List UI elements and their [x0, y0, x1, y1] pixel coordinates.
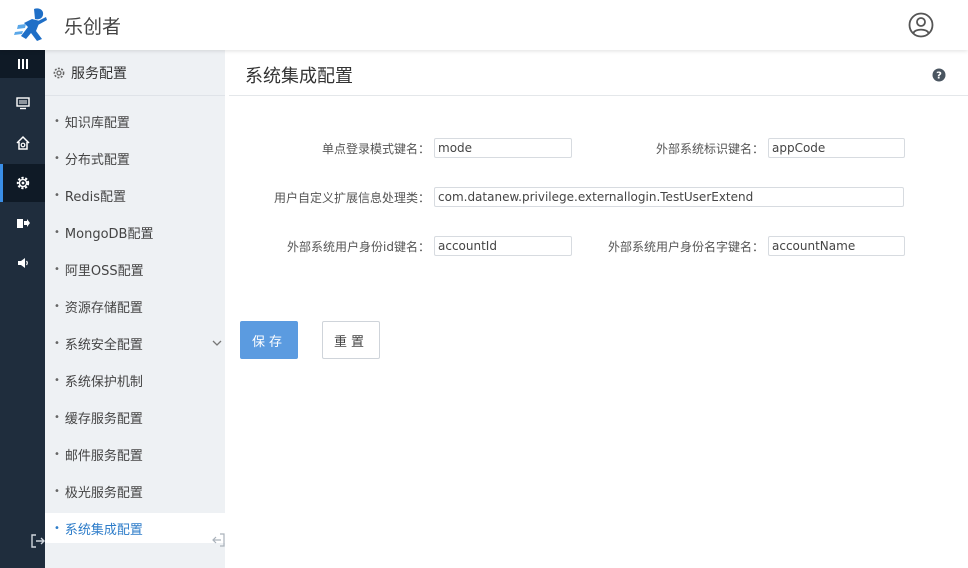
bullet-icon: •	[54, 448, 60, 460]
subnav-item-distributed[interactable]: • 分布式配置	[45, 143, 225, 173]
subnav-item-label: 阿里OSS配置	[64, 263, 144, 279]
settings-subnav: 服务配置 • 知识库配置 • 分布式配置 • Redis配置 • MongoDB…	[45, 50, 225, 568]
subnav-item-resource-storage[interactable]: • 资源存储配置	[45, 291, 225, 321]
subnav-item-label: 系统安全配置	[64, 337, 143, 353]
subnav-item-system-security[interactable]: • 系统安全配置	[45, 328, 225, 358]
gear-outline-icon	[53, 67, 65, 78]
volume-icon	[17, 258, 28, 268]
user-ext-handler-label: 用户自定义扩展信息处理类：	[273, 191, 430, 205]
bullet-icon: •	[54, 152, 60, 164]
bullet-icon: •	[54, 189, 60, 201]
subnav-item-knowledge-base[interactable]: • 知识库配置	[45, 106, 225, 136]
subnav-item-mongodb[interactable]: • MongoDB配置	[45, 217, 225, 247]
user-ext-handler-input[interactable]	[434, 187, 904, 207]
chevron-down-icon	[212, 340, 222, 346]
bullet-icon: •	[54, 411, 60, 423]
subnav-item-mail-service[interactable]: • 邮件服务配置	[45, 439, 225, 469]
sso-key-input[interactable]	[434, 138, 572, 158]
home-settings-icon	[15, 135, 30, 150]
subnav-item-redis[interactable]: • Redis配置	[45, 180, 225, 210]
bullet-icon: •	[54, 374, 60, 386]
title-divider	[229, 95, 968, 96]
ext-user-id-label: 外部系统用户身份id键名：	[287, 240, 430, 254]
user-account-icon[interactable]	[908, 12, 934, 38]
bullet-icon: •	[54, 263, 60, 275]
bullet-icon: •	[54, 485, 60, 497]
subnav-item-label: 分布式配置	[64, 152, 130, 168]
icon-rail	[0, 50, 45, 568]
subnav-item-label: 缓存服务配置	[64, 411, 143, 427]
svg-text:?: ?	[936, 71, 942, 82]
help-icon[interactable]: ?	[932, 68, 946, 82]
subnav-item-label: MongoDB配置	[64, 226, 154, 242]
subnav-item-jpush-service[interactable]: • 极光服务配置	[45, 476, 225, 506]
subnav-item-label: 极光服务配置	[64, 485, 143, 501]
ext-user-name-label: 外部系统用户身份名字键名：	[607, 240, 764, 254]
transfer-icon	[16, 219, 30, 228]
ext-user-id-input[interactable]	[434, 236, 572, 256]
collapse-sidebar-icon[interactable]	[210, 532, 226, 548]
rail-volume[interactable]	[0, 244, 45, 282]
bullet-icon: •	[54, 226, 60, 238]
top-header: 乐创者	[0, 0, 968, 50]
bullet-icon: •	[54, 300, 60, 312]
subnav-item-system-protection[interactable]: • 系统保护机制	[45, 365, 225, 395]
bullet-icon: •	[54, 115, 60, 127]
reset-button[interactable]: 重置	[322, 321, 380, 359]
gear-icon	[16, 176, 29, 190]
bullet-icon: •	[54, 522, 60, 534]
subnav-item-aliyun-oss[interactable]: • 阿里OSS配置	[45, 254, 225, 284]
ext-system-key-label: 外部系统标识键名：	[655, 142, 764, 156]
subnav-title: 服务配置	[71, 65, 127, 82]
rail-menu[interactable]	[0, 50, 45, 78]
ext-user-name-input[interactable]	[768, 236, 905, 256]
app-logo-icon	[14, 8, 47, 41]
save-button[interactable]: 保存	[240, 321, 298, 359]
app-title: 乐创者	[64, 16, 122, 38]
rail-transfer[interactable]	[0, 204, 45, 242]
subnav-item-system-integration[interactable]: • 系统集成配置	[45, 513, 225, 543]
subnav-item-cache-service[interactable]: • 缓存服务配置	[45, 402, 225, 432]
subnav-item-label: Redis配置	[64, 189, 126, 205]
subnav-item-label: 系统保护机制	[64, 374, 143, 390]
menu-icon	[17, 59, 28, 69]
subnav-item-label: 邮件服务配置	[64, 448, 143, 464]
page-title: 系统集成配置	[245, 66, 353, 87]
subnav-header: 服务配置	[45, 50, 225, 96]
rail-home-settings[interactable]	[0, 124, 45, 162]
rail-monitor[interactable]	[0, 84, 45, 122]
sso-key-label: 单点登录模式键名：	[321, 142, 430, 156]
subnav-item-label: 资源存储配置	[64, 300, 143, 316]
monitor-icon	[15, 97, 30, 110]
rail-settings[interactable]	[0, 164, 45, 202]
subnav-item-label: 知识库配置	[64, 115, 130, 131]
ext-system-key-input[interactable]	[768, 138, 905, 158]
bullet-icon: •	[54, 337, 60, 349]
subnav-item-label: 系统集成配置	[64, 522, 143, 538]
logout-icon[interactable]	[30, 533, 46, 549]
